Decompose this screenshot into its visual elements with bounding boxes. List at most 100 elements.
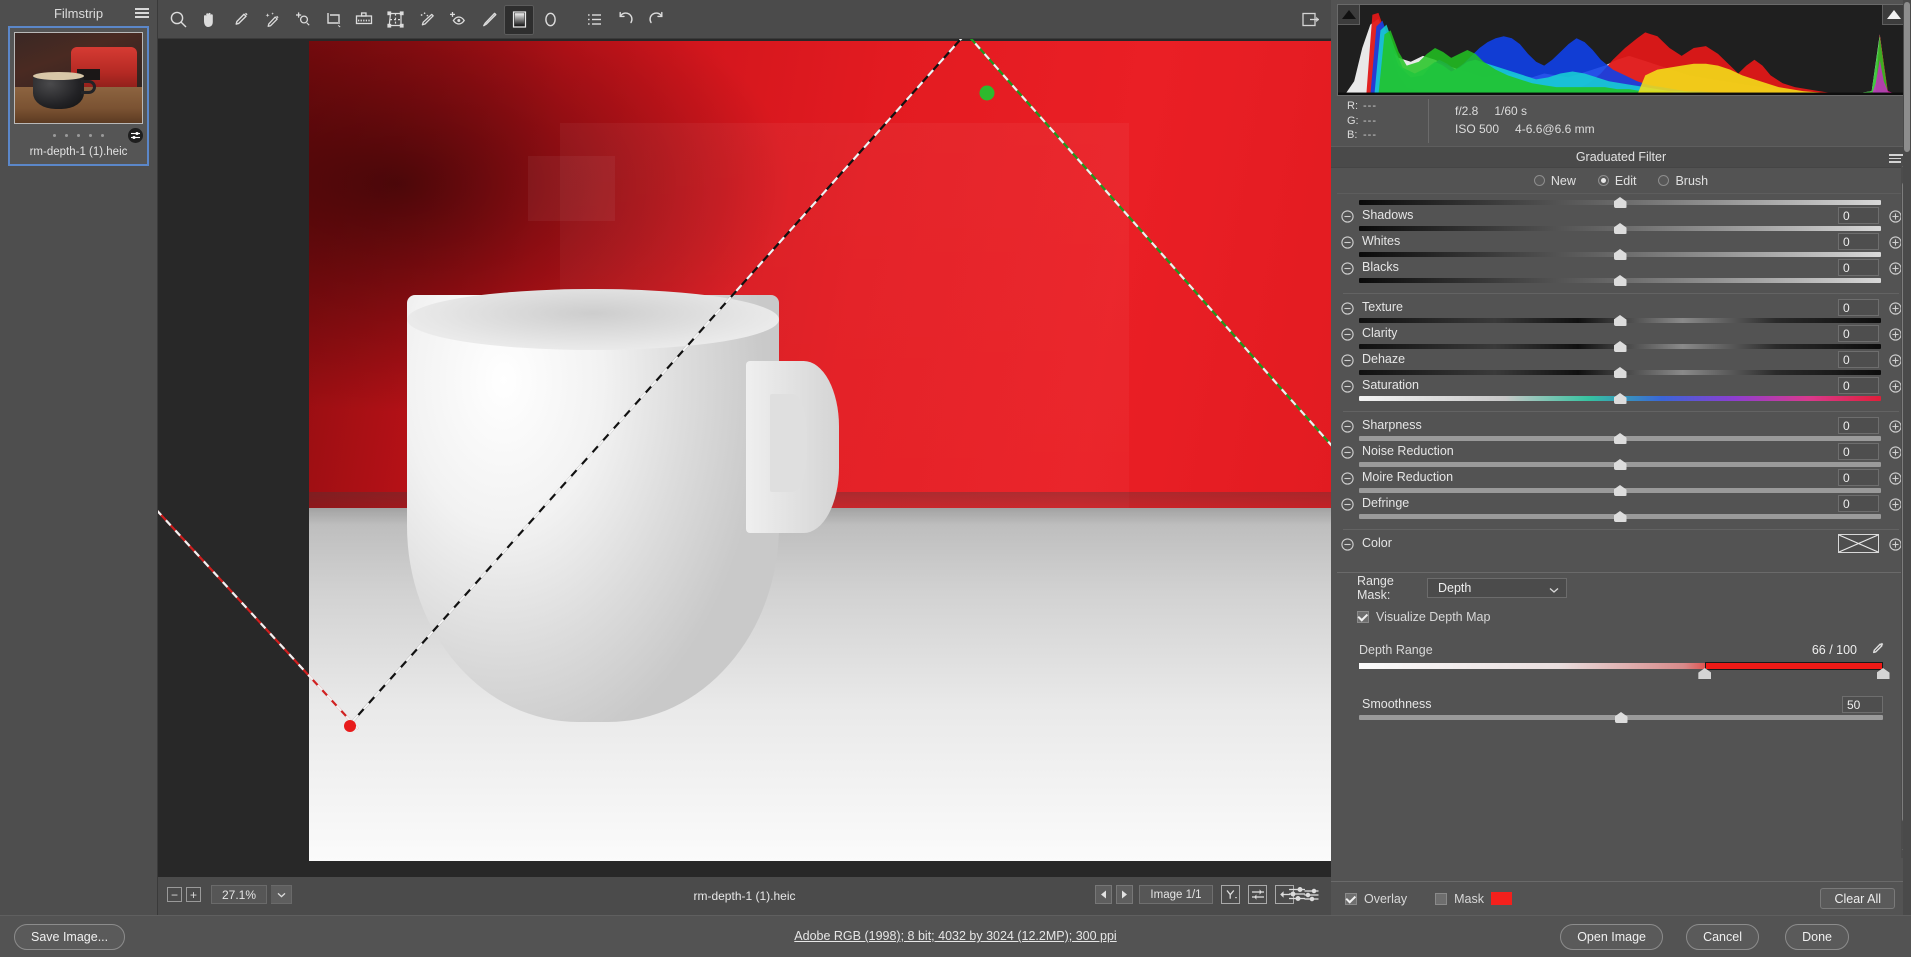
slider-value[interactable]: 0 <box>1838 351 1879 368</box>
slider-value[interactable]: 0 <box>1838 469 1879 486</box>
image-canvas[interactable] <box>158 39 1331 877</box>
color-sampler-tool[interactable] <box>256 5 286 35</box>
minus-circle-icon[interactable] <box>1341 302 1354 315</box>
preferences-sliders-icon[interactable] <box>1287 886 1307 907</box>
minus-circle-icon[interactable] <box>1341 446 1354 459</box>
minus-circle-icon[interactable] <box>1341 420 1354 433</box>
slider-track[interactable] <box>1359 511 1881 522</box>
window-scrollbar[interactable] <box>1903 0 1911 915</box>
done-button[interactable]: Done <box>1785 924 1849 950</box>
panel-collapse-icon[interactable] <box>1299 8 1323 30</box>
right-triangle-icon[interactable] <box>1116 885 1133 904</box>
presets-tool[interactable] <box>579 5 609 35</box>
slider-defringe[interactable]: Defringe 0 <box>1337 495 1905 522</box>
minus-circle-icon[interactable] <box>1341 210 1354 223</box>
slider-track[interactable] <box>1359 485 1881 496</box>
slider-scroll-area[interactable]: Shadows 0 Whites 0 Blacks 0 Texture 0 Cl… <box>1337 193 1905 793</box>
slider-dehaze[interactable]: Dehaze 0 <box>1337 351 1905 378</box>
slider-smoothness[interactable]: Smoothness 50 <box>1337 696 1905 723</box>
slider-texture[interactable]: Texture 0 <box>1337 299 1905 326</box>
filmstrip-thumbnail[interactable] <box>14 32 143 124</box>
plus-box-icon[interactable]: + <box>186 887 201 902</box>
red-eye-tool[interactable] <box>442 5 472 35</box>
slider-whites[interactable]: Whites 0 <box>1337 233 1905 260</box>
straighten-tool[interactable] <box>349 5 379 35</box>
swap-before-after-icon[interactable] <box>1248 885 1267 904</box>
before-after-y-split-icon[interactable] <box>1221 885 1240 904</box>
radio-brush[interactable]: Brush <box>1658 174 1708 188</box>
scrollbar-thumb[interactable] <box>1904 2 1910 152</box>
slider-value[interactable]: 0 <box>1838 495 1879 512</box>
slider-value[interactable]: 0 <box>1838 207 1879 224</box>
slider-value[interactable]: 0 <box>1838 233 1879 250</box>
minus-circle-icon[interactable] <box>1341 538 1354 551</box>
slider-saturation[interactable]: Saturation 0 <box>1337 377 1905 404</box>
cancel-button[interactable]: Cancel <box>1686 924 1759 950</box>
zoom-tool[interactable] <box>163 5 193 35</box>
mask-checkbox[interactable]: Mask <box>1435 892 1484 906</box>
left-triangle-icon[interactable] <box>1095 885 1112 904</box>
slider-track[interactable] <box>1359 367 1881 378</box>
transform-tool[interactable] <box>380 5 410 35</box>
no-color-swatch-x-icon[interactable] <box>1838 534 1879 553</box>
visualize-depth-map-checkbox[interactable]: Visualize Depth Map <box>1337 603 1905 631</box>
minus-circle-icon[interactable] <box>1341 328 1354 341</box>
filmstrip-item[interactable]: rm-depth-1 (1).heic <box>8 26 149 166</box>
slider-track[interactable] <box>1359 249 1881 260</box>
range-mask-select[interactable]: Depth <box>1427 578 1567 598</box>
slider-clarity[interactable]: Clarity 0 <box>1337 325 1905 352</box>
filmstrip-rating-dots[interactable] <box>14 127 143 143</box>
slider-blacks[interactable]: Blacks 0 <box>1337 259 1905 286</box>
slider-value[interactable]: 0 <box>1838 377 1879 394</box>
minus-circle-icon[interactable] <box>1341 472 1354 485</box>
slider-sharpness[interactable]: Sharpness 0 <box>1337 417 1905 444</box>
slider-track[interactable] <box>1359 275 1881 286</box>
slider-value[interactable]: 0 <box>1838 417 1879 434</box>
minus-circle-icon[interactable] <box>1341 354 1354 367</box>
slider-track[interactable] <box>1359 315 1881 326</box>
clear-all-button[interactable]: Clear All <box>1820 888 1895 909</box>
spot-removal-tool[interactable] <box>411 5 441 35</box>
histogram[interactable] <box>1337 4 1905 96</box>
minus-circle-icon[interactable] <box>1341 236 1354 249</box>
shadow-clipping-triangle[interactable] <box>1338 5 1360 25</box>
overlay-checkbox[interactable]: Overlay <box>1345 892 1407 906</box>
minus-circle-icon[interactable] <box>1341 262 1354 275</box>
slider-track[interactable] <box>1359 459 1881 470</box>
slider-track[interactable] <box>1359 223 1881 234</box>
partial-slider-track[interactable] <box>1337 194 1905 208</box>
eyedropper-icon[interactable] <box>1869 641 1885 660</box>
depth-range-slider[interactable] <box>1359 662 1890 679</box>
slider-track[interactable] <box>1359 393 1881 404</box>
radial-filter-tool[interactable] <box>535 5 565 35</box>
mask-color-swatch[interactable] <box>1490 892 1512 905</box>
slider-value[interactable]: 0 <box>1838 443 1879 460</box>
radio-edit[interactable]: Edit <box>1597 174 1636 188</box>
slider-value[interactable]: 0 <box>1838 299 1879 316</box>
open-image-button[interactable]: Open Image <box>1560 924 1663 950</box>
slider-value[interactable]: 0 <box>1838 325 1879 342</box>
adjustment-brush-tool[interactable] <box>473 5 503 35</box>
color-row[interactable]: Color <box>1337 534 1905 566</box>
redo-tool[interactable] <box>641 5 671 35</box>
minus-box-icon[interactable]: − <box>167 887 182 902</box>
hand-tool[interactable] <box>194 5 224 35</box>
undo-tool[interactable] <box>610 5 640 35</box>
slider-track[interactable] <box>1359 712 1883 723</box>
white-balance-tool[interactable] <box>225 5 255 35</box>
slider-value[interactable]: 0 <box>1838 259 1879 276</box>
graduated-filter-tool[interactable] <box>504 4 534 35</box>
crop-tool[interactable] <box>318 5 348 35</box>
zoom-level-value[interactable]: 27.1% <box>211 885 267 904</box>
radio-new[interactable]: New <box>1533 174 1576 188</box>
slider-shadows[interactable]: Shadows 0 <box>1337 207 1905 234</box>
minus-circle-icon[interactable] <box>1341 380 1354 393</box>
targeted-adjustment-tool[interactable] <box>287 5 317 35</box>
slider-track[interactable] <box>1359 341 1881 352</box>
chevron-down-icon[interactable] <box>271 885 292 904</box>
minus-circle-icon[interactable] <box>1341 498 1354 511</box>
highlight-clipping-triangle[interactable] <box>1882 5 1904 25</box>
smoothness-value[interactable]: 50 <box>1842 696 1883 713</box>
slider-moire-reduction[interactable]: Moire Reduction 0 <box>1337 469 1905 496</box>
slider-track[interactable] <box>1359 433 1881 444</box>
